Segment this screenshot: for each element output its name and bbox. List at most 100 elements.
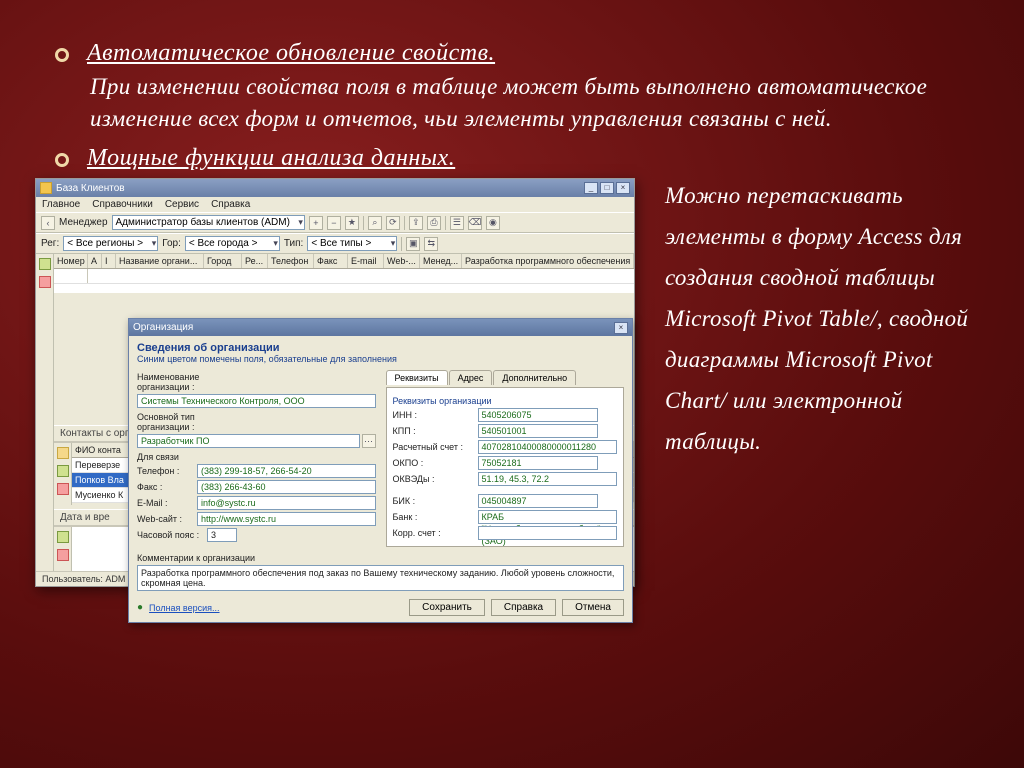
web-input[interactable]: http://www.systc.ru	[197, 512, 376, 526]
toolbar-icon[interactable]: ★	[345, 216, 359, 230]
filter-icon[interactable]: ▣	[406, 237, 420, 251]
grid-col[interactable]: Менед...	[420, 254, 462, 268]
grid-col[interactable]: I	[102, 254, 116, 268]
type-input[interactable]: Разработчик ПО	[137, 434, 360, 448]
toolbar-icon[interactable]: ◉	[486, 216, 500, 230]
lookup-icon[interactable]: ⋯	[362, 434, 376, 448]
toolbar-icon[interactable]: ⎙	[427, 216, 441, 230]
tab-address[interactable]: Адрес	[449, 370, 493, 385]
korr-label: Корр. счет :	[393, 528, 478, 538]
status-user: ADM	[105, 574, 125, 584]
bik-label: БИК :	[393, 496, 478, 506]
grid-col[interactable]: Ре...	[242, 254, 268, 268]
side-icon[interactable]	[39, 258, 51, 270]
nav-icon[interactable]: ‹	[41, 216, 55, 230]
toolbar-icon[interactable]: ⟳	[386, 216, 400, 230]
grid-header: Номер А I Название органи... Город Ре...…	[54, 254, 634, 269]
grid-col[interactable]: А	[88, 254, 102, 268]
side-icon[interactable]	[57, 483, 69, 495]
kpp-label: КПП :	[393, 426, 478, 436]
side-icon[interactable]	[57, 531, 69, 543]
body-paragraph-2: Можно перетаскивать элементы в форму Acc…	[665, 176, 969, 587]
toolbar-icon[interactable]: ⇪	[409, 216, 423, 230]
grid-col[interactable]: Номер	[54, 254, 88, 268]
tz-label: Часовой пояс :	[137, 530, 207, 540]
side-icon[interactable]	[57, 465, 69, 477]
app-title: База Клиентов	[56, 183, 125, 194]
tab-additional[interactable]: Дополнительно	[493, 370, 576, 385]
tz-input[interactable]: 3	[207, 528, 237, 542]
save-button[interactable]: Сохранить	[409, 599, 485, 616]
filter-icon[interactable]: ⇆	[424, 237, 438, 251]
grid-col[interactable]: Название органи...	[116, 254, 204, 268]
grid-col[interactable]: Город	[204, 254, 242, 268]
type-label: Основной тип организации :	[137, 412, 247, 432]
comment-label: Комментарии к организации	[137, 553, 624, 563]
side-icon[interactable]	[57, 549, 69, 561]
minimize-button[interactable]: _	[584, 182, 598, 194]
fax-label: Факс :	[137, 482, 197, 492]
side-icon[interactable]	[57, 447, 69, 459]
comment-textarea[interactable]: Разработка программного обеспечения под …	[137, 565, 624, 591]
filter-tip-label: Тип:	[284, 238, 303, 249]
separator	[404, 216, 405, 230]
grid-col[interactable]: Web-...	[384, 254, 420, 268]
grid-col[interactable]: Разработка программного обеспечения ...	[462, 254, 634, 268]
grid-col[interactable]: Факс	[314, 254, 348, 268]
bullet2-title: Мощные функции анализа данных.	[87, 145, 455, 172]
toolbar-icon[interactable]: +	[309, 216, 323, 230]
toolbar-icon[interactable]: ⌕	[368, 216, 382, 230]
korr-input[interactable]	[478, 526, 618, 540]
fax-input[interactable]: (383) 266-43-60	[197, 480, 376, 494]
separator	[363, 216, 364, 230]
menu-help[interactable]: Справка	[211, 199, 250, 210]
bik-input[interactable]: 045004897	[478, 494, 598, 508]
menu-dict[interactable]: Справочники	[92, 199, 153, 210]
grid-body[interactable]	[54, 269, 634, 293]
kpp-input[interactable]: 540501001	[478, 424, 598, 438]
filter-reg-label: Рег:	[41, 238, 59, 249]
organization-dialog: Организация × Сведения об организации Си…	[128, 318, 633, 623]
inn-label: ИНН :	[393, 410, 478, 420]
rekv-group: Реквизиты организации	[393, 396, 618, 406]
name-label: Наименование организации :	[137, 372, 247, 392]
email-input[interactable]: info@systc.ru	[197, 496, 376, 510]
toolbar-icon[interactable]: ⌫	[468, 216, 482, 230]
full-version-link[interactable]: Полная версия...	[149, 603, 219, 613]
okpo-label: ОКПО :	[393, 458, 478, 468]
okpo-input[interactable]: 75052181	[478, 456, 598, 470]
okved-input[interactable]: 51.19, 45.3, 72.2	[478, 472, 618, 486]
inn-input[interactable]: 5405206075	[478, 408, 598, 422]
maximize-button[interactable]: □	[600, 182, 614, 194]
titlebar[interactable]: База Клиентов _ □ ×	[36, 179, 634, 197]
phone-input[interactable]: (383) 299-18-57, 266-54-20	[197, 464, 376, 478]
grid-col[interactable]: E-mail	[348, 254, 384, 268]
web-label: Web-сайт :	[137, 514, 197, 524]
dialog-titlebar[interactable]: Организация ×	[129, 319, 632, 336]
dialog-close-button[interactable]: ×	[614, 322, 628, 334]
name-input[interactable]: Системы Технического Контроля, ООО	[137, 394, 376, 408]
rs-label: Расчетный счет :	[393, 442, 478, 452]
rs-input[interactable]: 40702810400080000011280	[478, 440, 618, 454]
toolbar-icon[interactable]: ☰	[450, 216, 464, 230]
bullet-icon	[55, 48, 69, 62]
toolbar-icon[interactable]: −	[327, 216, 341, 230]
filter-gor-label: Гор:	[162, 238, 181, 249]
app-icon	[40, 182, 52, 194]
menu-service[interactable]: Сервис	[165, 199, 199, 210]
separator	[445, 216, 446, 230]
filter-reg-combo[interactable]: < Все регионы >	[63, 236, 158, 251]
close-button[interactable]: ×	[616, 182, 630, 194]
manager-combo[interactable]: Администратор базы клиентов (ADM)	[112, 215, 305, 230]
help-button[interactable]: Справка	[491, 599, 556, 616]
grid-col[interactable]: Телефон	[268, 254, 314, 268]
bullet1-title: Автоматическое обновление свойств.	[87, 40, 495, 67]
tab-rekvizity[interactable]: Реквизиты	[386, 370, 448, 385]
filter-tip-combo[interactable]: < Все типы >	[307, 236, 397, 251]
menu-main[interactable]: Главное	[42, 199, 80, 210]
bank-input[interactable]: КРАБ "Новосибирсквнешторгбанк" (ЗАО)	[478, 510, 618, 524]
side-icon[interactable]	[39, 276, 51, 288]
filter-gor-combo[interactable]: < Все города >	[185, 236, 280, 251]
bullet-icon	[55, 153, 69, 167]
cancel-button[interactable]: Отмена	[562, 599, 624, 616]
